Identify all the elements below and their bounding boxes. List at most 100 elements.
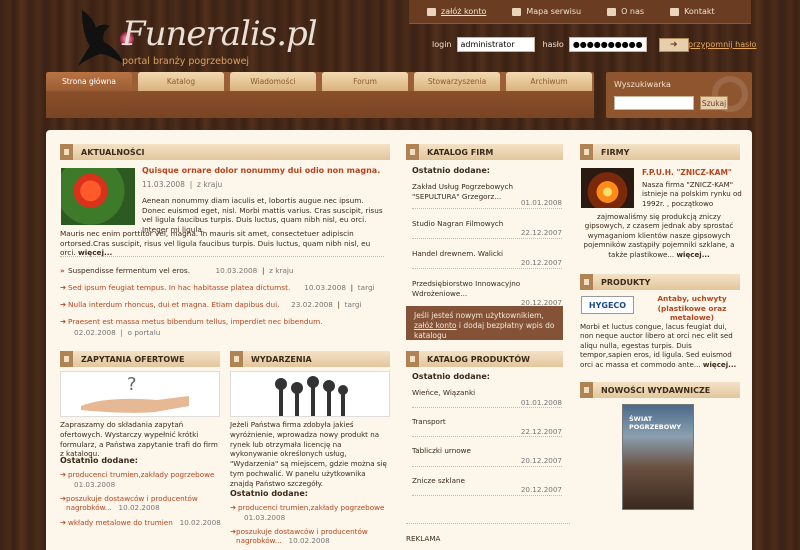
product-date: 20.12.2007 (412, 456, 562, 467)
user-icon (427, 7, 436, 16)
news-item[interactable]: ➔ Sed ipsum feugiat tempus. In hac habita… (60, 283, 390, 300)
login-submit-button[interactable]: ➜ (658, 37, 689, 52)
event-date: 01.03.2008 (244, 512, 286, 522)
event-item[interactable]: ➔ poszukuje dostawców i producentów nagro… (230, 527, 402, 547)
section-icon (60, 144, 73, 160)
arrow-right-icon: ➔ (60, 518, 67, 528)
top-navigation: załóż konto Mapa serwisu O nas Kontakt (409, 0, 751, 24)
hygeco-logo[interactable]: HYGECO (581, 296, 634, 314)
register-promo-link[interactable]: załóż konto (414, 321, 457, 330)
products-header: PRODUKTY (580, 274, 740, 290)
info-icon (607, 7, 617, 16)
catalog-date: 22.12.2007 (412, 228, 562, 239)
arrow-right-icon: ➔ (60, 317, 67, 326)
product-more-link[interactable]: więcej... (703, 360, 736, 369)
site-logo[interactable]: Funeralis.pl portal branży pogrzebowej (70, 6, 318, 76)
offer-item[interactable]: ➔ wkłady metalowe do trumien 10.02.2008 (60, 518, 232, 528)
section-icon (406, 144, 419, 160)
product-date: 22.12.2007 (412, 427, 562, 438)
contact-link[interactable]: Kontakt (670, 7, 715, 16)
events-header: WYDARZENIA (230, 351, 390, 367)
news-item[interactable]: ➔ Praesent est massa metus bibendum tellu… (60, 317, 390, 326)
forgot-password-link[interactable]: przypomnij hasło (688, 40, 756, 49)
catalog-item[interactable]: Studio Nagran Filmowych (412, 219, 562, 229)
tab-news[interactable]: Wiadomości (230, 72, 316, 91)
arrow-right-icon: ➔ (60, 283, 67, 292)
news-item[interactable]: » Suspendisse fermentum vel eros. 10.03.2… (60, 266, 390, 283)
news-lead-image[interactable] (61, 168, 135, 225)
tab-archive[interactable]: Archiwum (506, 72, 592, 91)
offer-item[interactable]: ➔ poszukuje dostawców i producentów nagro… (60, 494, 232, 514)
section-icon (580, 274, 593, 290)
product-body: Morbi et luctus congue, lacus feugiat du… (580, 322, 737, 369)
product-item[interactable]: Wieńce, Wiązanki (412, 388, 562, 398)
company-more-link[interactable]: więcej... (676, 250, 709, 259)
arrow-right-icon: ➔ (230, 503, 237, 512)
logo-subtitle: portal branży pogrzebowej (122, 56, 250, 67)
login-form: login hasło ➜ (432, 37, 689, 52)
main-navigation: Strona główna Katalog Wiadomości Forum S… (46, 72, 594, 118)
tab-home[interactable]: Strona główna (46, 72, 132, 91)
search-input[interactable] (614, 96, 694, 110)
section-icon (580, 382, 593, 398)
news-lead-meta: 11.03.2008 | z kraju (142, 180, 223, 189)
login-input[interactable] (456, 37, 535, 52)
divider (60, 256, 384, 257)
login-label: login (432, 40, 452, 49)
company-body-1: Nasza firma "ZNICZ-KAM" istnieje na pols… (642, 180, 742, 208)
product-item[interactable]: Tabliczki urnowe (412, 446, 562, 456)
news-item[interactable]: ➔ Nulla interdum rhoncus, dui et magna. E… (60, 300, 390, 317)
sitemap-link[interactable]: Mapa serwisu (512, 7, 581, 16)
events-sub: Ostatnio dodane: (230, 489, 308, 498)
catalog-header: KATALOG FIRM (406, 144, 563, 160)
tab-forum[interactable]: Forum (322, 72, 408, 91)
news-lead-title[interactable]: Quisque ornare dolor nonummy dui odio no… (142, 166, 382, 175)
cover-title: ŚWIAT POGRZEBOWY (629, 415, 682, 431)
register-link[interactable]: załóż konto (427, 7, 486, 16)
offers-image: ? (60, 371, 220, 417)
news-lead-body-2: Mauris nec enim porttitor vel, magna. In… (60, 229, 371, 258)
divider (406, 523, 570, 524)
publications-header: NOWOŚCI WYDAWNICZE (580, 382, 740, 398)
events-image (230, 371, 390, 417)
arrow-right-icon: ➔ (60, 470, 67, 479)
company-image[interactable] (581, 168, 634, 208)
section-icon (60, 351, 73, 367)
ad-label: REKLAMA (406, 534, 441, 543)
products-catalog-header: KATALOG PRODUKTÓW (406, 351, 563, 367)
products-catalog-list: Wieńce, Wiązanki 01.01.2008 Transport 22… (412, 388, 562, 496)
offers-body: Zapraszamy do składania zapytań ofertowy… (60, 420, 218, 459)
product-item[interactable]: Znicze szklane (412, 476, 562, 486)
double-arrow-icon: » (60, 266, 65, 275)
search-button[interactable]: Szukaj (700, 96, 728, 110)
section-icon (580, 144, 593, 160)
product-title[interactable]: Antaby, uchwyty (plastikowe oraz metalow… (642, 294, 742, 323)
offers-list: ➔ producenci trumien,zakłady pogrzebowe 0… (60, 470, 232, 528)
password-input[interactable] (568, 37, 647, 52)
tab-catalog[interactable]: Katalog (138, 72, 224, 91)
catalog-item[interactable]: Przedsiębiorstwo Innowacyjno Wdrożeniowe… (412, 279, 562, 298)
section-icon (230, 351, 243, 367)
arrow-right-icon: ➜ (670, 39, 678, 50)
catalog-sub: Ostatnio dodane: (412, 166, 490, 175)
arrow-right-icon: ➔ (60, 300, 67, 309)
news-list: » Suspendisse fermentum vel eros. 10.03.2… (60, 266, 390, 337)
news-item-meta: 02.02.2008 | o portalu (74, 328, 161, 337)
tab-associations[interactable]: Stowarzyszenia (414, 72, 500, 91)
publication-cover[interactable]: ŚWIAT POGRZEBOWY (622, 404, 694, 510)
offers-sub: Ostatnio dodane: (60, 456, 138, 465)
content-area: AKTUALNOŚCI Quisque ornare dolor nonummy… (46, 130, 752, 550)
offer-item[interactable]: ➔ producenci trumien,zakłady pogrzebowe (60, 470, 232, 480)
event-item[interactable]: ➔ producenci trumien,zakłady pogrzebowe (230, 503, 402, 513)
product-item[interactable]: Transport (412, 417, 562, 427)
product-date: 20.12.2007 (412, 485, 562, 496)
nav-bar (46, 91, 594, 118)
search-title: Wyszukiwarka (614, 80, 671, 89)
about-link[interactable]: O nas (607, 7, 644, 16)
company-name[interactable]: F.P.U.H. "ZNICZ-KAM" (642, 168, 732, 177)
raven-icon (78, 10, 124, 66)
catalog-item[interactable]: Handel drewnem. Walicki (412, 249, 562, 259)
catalog-list: Zakład Usług Pogrzebowych "SEPULTURA" Gr… (412, 182, 562, 309)
companies-header: FIRMY (580, 144, 740, 160)
logo-text: Funeralis.pl (122, 14, 318, 54)
